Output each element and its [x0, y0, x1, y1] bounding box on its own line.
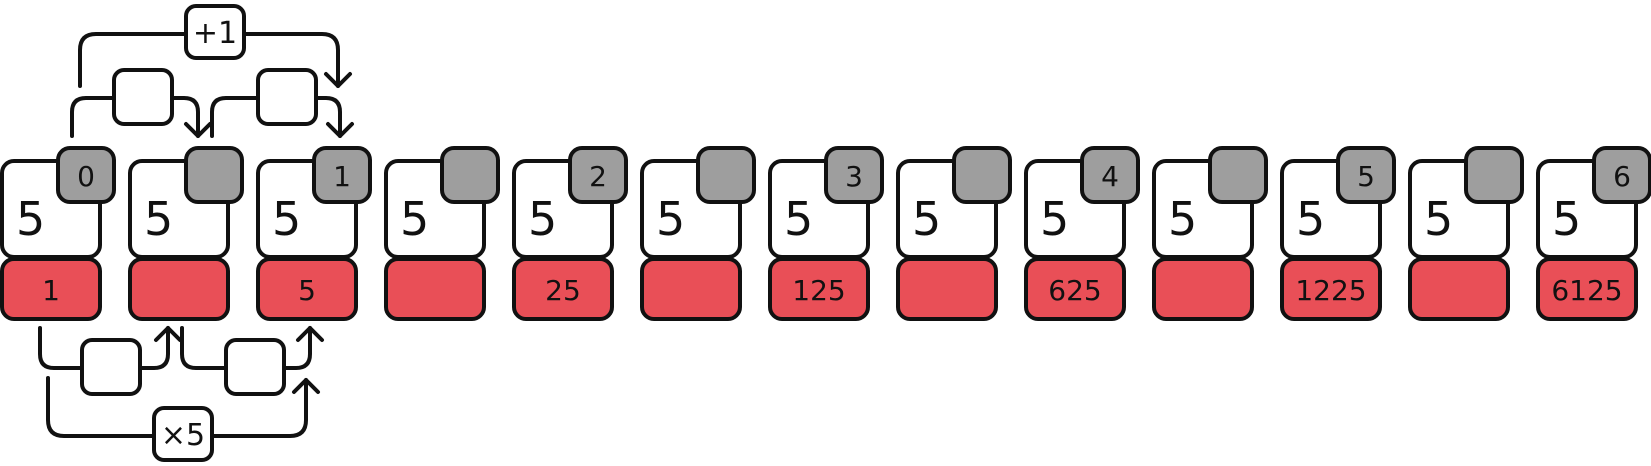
digit-label: 5 — [400, 192, 429, 246]
cell-5: 5 — [640, 146, 756, 321]
cell-11: 5 — [1408, 146, 1524, 321]
bottom-step-operator-1-box — [80, 338, 142, 396]
cell-8: 5 625 4 — [1024, 146, 1140, 321]
value-label: 1225 — [1295, 274, 1366, 307]
cell-7: 5 — [896, 146, 1012, 321]
index-badge — [440, 146, 500, 204]
bottom-step-operator-2 — [224, 338, 286, 396]
index-label: 6 — [1613, 160, 1631, 193]
index-label: 1 — [333, 160, 351, 193]
value-label: 25 — [545, 274, 581, 307]
index-badge — [1464, 146, 1524, 204]
value-label: 125 — [792, 274, 845, 307]
index-badge — [696, 146, 756, 204]
value-label: 1 — [42, 274, 60, 307]
index-label: 0 — [77, 160, 95, 193]
digit-label: 5 — [272, 192, 301, 246]
value-box — [384, 257, 486, 321]
index-badge — [1208, 146, 1268, 204]
value-box — [128, 257, 230, 321]
cell-12: 5 6125 6 — [1536, 146, 1651, 321]
cell-10: 5 1225 5 — [1280, 146, 1396, 321]
value-box — [640, 257, 742, 321]
cell-row: 5105 5515 52525 512535 562545 5122555 561256 — [0, 146, 1651, 321]
digit-label: 5 — [1296, 192, 1325, 246]
value-box — [896, 257, 998, 321]
power-sequence-diagram: 5 1 0 5 5 5 1 5 5 25 2 5 5 125 3 5 5 625 4 5 5 1225 5 5 5 6125 6 +… — [0, 0, 1651, 466]
cell-6: 5 125 3 — [768, 146, 884, 321]
cell-0: 5 1 0 — [0, 146, 116, 321]
index-label: 3 — [845, 160, 863, 193]
value-box — [1408, 257, 1510, 321]
bottom-step-operator-1 — [80, 338, 142, 396]
cell-2: 551 — [256, 146, 372, 321]
cell-9: 5 — [1152, 146, 1268, 321]
digit-label: 5 — [144, 192, 173, 246]
increment-operator: +1 — [184, 4, 246, 60]
index-label: 4 — [1101, 160, 1119, 193]
digit-label: 5 — [1168, 192, 1197, 246]
index-badge — [952, 146, 1012, 204]
diagram-canvas: 5105 5515 52525 512535 562545 5122555 561256 +… — [0, 4, 1651, 462]
top-step-operator-2-box — [256, 68, 318, 126]
cell-4: 5 25 2 — [512, 146, 628, 321]
top-step-operator-2 — [256, 68, 318, 126]
multiply-label: ×5 — [161, 418, 205, 453]
increment-label: +1 — [193, 16, 237, 51]
digit-label: 5 — [16, 192, 45, 246]
cell-1: 5 — [128, 146, 244, 321]
top-step-operator-1 — [112, 68, 174, 126]
value-label: 625 — [1048, 274, 1101, 307]
value-label: 5 — [298, 274, 316, 307]
top-step-operator-1-box — [112, 68, 174, 126]
index-label: 5 — [1357, 160, 1375, 193]
index-badge — [184, 146, 244, 204]
index-label: 2 — [589, 160, 607, 193]
digit-label: 5 — [528, 192, 557, 246]
multiply-operator: ×5 — [152, 406, 214, 462]
digit-label: 5 — [1552, 192, 1581, 246]
bottom-step-operator-2-box — [224, 338, 286, 396]
value-box — [1152, 257, 1254, 321]
value-label: 6125 — [1551, 274, 1622, 307]
digit-label: 5 — [784, 192, 813, 246]
digit-label: 5 — [1424, 192, 1453, 246]
digit-label: 5 — [656, 192, 685, 246]
digit-label: 5 — [1040, 192, 1069, 246]
digit-label: 5 — [912, 192, 941, 246]
cell-3: 5 — [384, 146, 500, 321]
